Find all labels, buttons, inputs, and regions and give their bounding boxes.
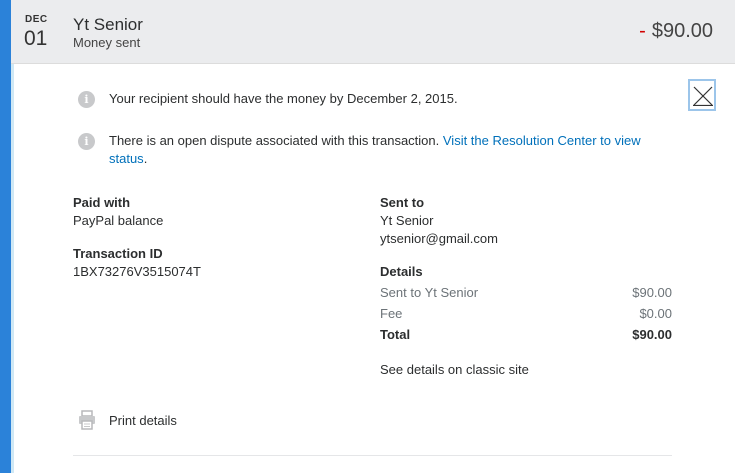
- date-day: 01: [24, 27, 48, 50]
- print-details-link[interactable]: Print details: [109, 413, 177, 428]
- amount-value: $90.00: [651, 20, 713, 42]
- dispute-notice: There is an open dispute associated with…: [109, 132, 669, 168]
- delivery-notice: Your recipient should have the money by …: [109, 91, 458, 106]
- detail-row-value: $90.00: [632, 285, 672, 300]
- detail-row-label: Fee: [380, 306, 403, 321]
- details-label: Details: [380, 264, 423, 279]
- sent-to-name: Yt Senior: [380, 213, 434, 228]
- close-button[interactable]: [688, 79, 716, 111]
- transaction-type: Money sent: [73, 35, 141, 50]
- detail-row-value: $0.00: [639, 306, 672, 321]
- transaction-amount: - $90.00: [639, 20, 713, 43]
- transaction-id-label: Transaction ID: [73, 246, 163, 261]
- transaction-header[interactable]: DEC 01 Yt Senior Money sent - $90.00: [11, 0, 735, 64]
- sent-to-email-link[interactable]: ytsenior@gmail.com: [380, 231, 498, 246]
- info-icon: i: [78, 91, 95, 108]
- paid-with-label: Paid with: [73, 195, 131, 210]
- recipient-name: Yt Senior: [73, 15, 143, 34]
- divider: [73, 455, 672, 456]
- total-value: $90.00: [632, 327, 672, 342]
- sent-to-label: Sent to: [380, 195, 425, 210]
- transaction-detail-page: DEC 01 Yt Senior Money sent - $90.00 i Yo…: [0, 0, 743, 473]
- dispute-notice-text: There is an open dispute associated with…: [109, 133, 440, 148]
- total-label: Total: [380, 327, 411, 342]
- amount-sign: -: [639, 20, 646, 42]
- classic-site-link[interactable]: See details on classic site: [380, 362, 529, 377]
- accent-bar: [0, 0, 11, 473]
- detail-row-label: Sent to Yt Senior: [380, 285, 479, 300]
- close-icon: [693, 86, 713, 106]
- transaction-details-panel: i Your recipient should have the money b…: [14, 65, 735, 473]
- transaction-id-value: 1BX73276V3515074T: [73, 264, 201, 279]
- printer-icon[interactable]: [78, 410, 96, 430]
- dispute-notice-suffix: .: [143, 151, 148, 166]
- date-month: DEC: [25, 14, 48, 25]
- paid-with-value: PayPal balance: [73, 213, 164, 228]
- info-icon: i: [78, 133, 95, 150]
